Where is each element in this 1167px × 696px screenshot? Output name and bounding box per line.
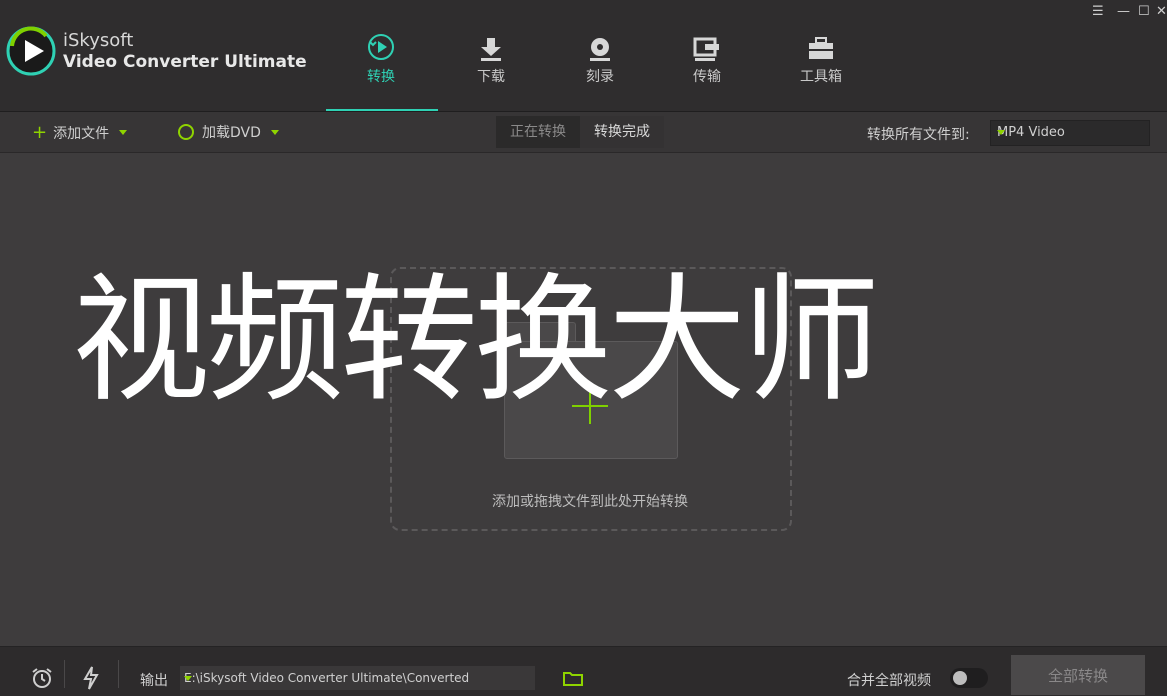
chevron-down-icon[interactable] xyxy=(119,130,128,135)
dvd-icon xyxy=(178,124,194,140)
chevron-down-icon xyxy=(184,676,192,681)
app-logo-icon xyxy=(6,26,56,76)
load-dvd-label: 加载DVD xyxy=(202,125,261,141)
brand-name: iSkysoft xyxy=(63,30,134,51)
tab-converting[interactable]: 正在转换 xyxy=(496,116,580,148)
output-label: 输出 xyxy=(140,673,168,689)
top-header: iSkysoft Video Converter Ultimate 转换 下载 xyxy=(0,0,1167,112)
open-folder-icon[interactable] xyxy=(563,670,583,686)
convert-all-to-label: 转换所有文件到: xyxy=(867,127,970,143)
format-select[interactable]: MP4 Video xyxy=(990,120,1150,146)
divider xyxy=(64,660,65,688)
status-segment: 正在转换 转换完成 xyxy=(496,116,664,148)
plus-icon: + xyxy=(32,122,48,143)
toggle-knob xyxy=(953,671,967,685)
tab-convert[interactable]: 转换 xyxy=(326,32,436,111)
minimize-icon[interactable]: — xyxy=(1117,4,1130,19)
bottom-bar xyxy=(0,646,1167,696)
merge-all-label: 合并全部视频 xyxy=(847,673,931,689)
convert-play-icon xyxy=(368,34,394,60)
burn-disc-icon xyxy=(590,38,610,61)
tab-convert-label: 转换 xyxy=(367,69,395,85)
active-tab-indicator xyxy=(326,109,438,111)
divider xyxy=(118,660,119,688)
transfer-icon xyxy=(693,37,719,61)
close-icon[interactable]: ✕ xyxy=(1156,4,1167,19)
chevron-down-icon[interactable] xyxy=(270,129,279,135)
output-path-select[interactable]: E:\iSkysoft Video Converter Ultimate\Con… xyxy=(180,666,535,690)
download-icon xyxy=(481,38,501,61)
tab-transfer[interactable]: 传输 xyxy=(652,32,762,111)
tab-transfer-label: 传输 xyxy=(693,69,721,85)
add-files-button[interactable]: + 添加文件 xyxy=(32,122,128,143)
lightning-icon[interactable] xyxy=(82,666,100,690)
tab-download-label: 下载 xyxy=(477,69,505,85)
menu-icon[interactable]: ☰ xyxy=(1092,4,1104,19)
tab-toolbox-label: 工具箱 xyxy=(800,69,842,85)
output-path-value: E:\iSkysoft Video Converter Ultimate\Con… xyxy=(184,671,470,685)
watermark-text: 视频转换大师 xyxy=(72,260,880,421)
add-files-label: 添加文件 xyxy=(53,125,110,142)
chevron-down-icon xyxy=(997,130,1005,135)
toolbox-icon xyxy=(809,37,833,59)
tab-burn[interactable]: 刻录 xyxy=(545,32,655,111)
product-name: Video Converter Ultimate xyxy=(63,52,307,72)
alarm-clock-icon[interactable] xyxy=(30,666,54,690)
tab-converted[interactable]: 转换完成 xyxy=(580,116,664,148)
maximize-icon[interactable]: ☐ xyxy=(1138,4,1150,19)
drop-hint: 添加或拖拽文件到此处开始转换 xyxy=(492,494,688,510)
tab-toolbox[interactable]: 工具箱 xyxy=(766,32,876,111)
merge-toggle[interactable] xyxy=(950,668,988,688)
load-dvd-button[interactable]: 加载DVD xyxy=(178,122,279,142)
tab-burn-label: 刻录 xyxy=(586,69,614,85)
tab-download[interactable]: 下载 xyxy=(436,32,546,111)
format-value: MP4 Video xyxy=(997,125,1065,140)
convert-all-button[interactable]: 全部转换 xyxy=(1011,655,1145,695)
